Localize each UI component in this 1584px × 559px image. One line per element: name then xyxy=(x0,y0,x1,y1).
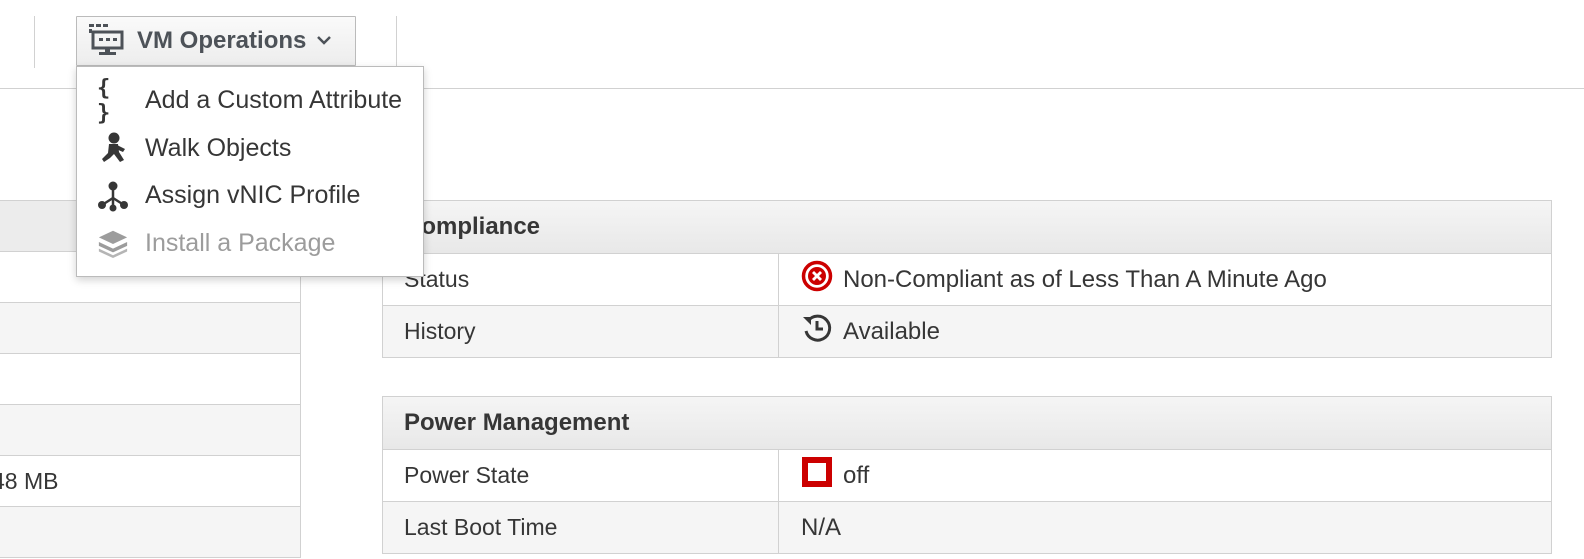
row-value: off xyxy=(843,461,870,489)
power-management-panel: Power Management Power State off Last Bo… xyxy=(382,396,1552,554)
row-value: N/A xyxy=(801,513,842,541)
chevron-down-icon xyxy=(316,33,332,51)
menu-item-install-package: Install a Package xyxy=(77,220,423,268)
menu-item-add-custom-attribute[interactable]: { } Add a Custom Attribute xyxy=(77,75,423,126)
row-label: Power State xyxy=(383,450,779,501)
vm-operations-button[interactable]: VM Operations xyxy=(76,16,356,66)
toolbar-separator xyxy=(396,16,397,68)
menu-item-label: Assign vNIC Profile xyxy=(145,181,361,210)
compliance-panel: Compliance Status Non-Compliant as of Le… xyxy=(382,200,1552,358)
power-off-icon xyxy=(801,456,833,495)
menu-item-label: Add a Custom Attribute xyxy=(145,86,403,115)
toolbar-separator xyxy=(34,16,35,68)
compliance-title: Compliance xyxy=(383,201,1551,254)
history-icon xyxy=(801,312,833,351)
row-label: Status xyxy=(383,254,779,305)
row-value: Available xyxy=(843,317,940,345)
table-row xyxy=(0,405,301,456)
row-value: Non-Compliant as of Less Than A Minute A… xyxy=(843,265,1327,293)
package-layers-icon xyxy=(97,227,129,259)
last-boot-time: N/A xyxy=(779,502,1551,553)
running-person-icon xyxy=(97,132,129,164)
memory-value: 48 MB xyxy=(0,467,59,494)
table-row: Status Non-Compliant as of Less Than A M… xyxy=(383,254,1551,306)
menu-item-assign-vnic-profile[interactable]: Assign vNIC Profile xyxy=(77,172,423,220)
row-label: History xyxy=(383,306,779,357)
vm-monitor-icon xyxy=(87,23,125,60)
table-row: History Available xyxy=(383,306,1551,357)
table-row xyxy=(0,303,301,354)
power-state: off xyxy=(779,450,1551,501)
menu-item-label: Walk Objects xyxy=(145,133,292,162)
table-row xyxy=(0,354,301,405)
error-circle-icon xyxy=(801,260,833,299)
vm-operations-menu: { } Add a Custom Attribute Walk Objects xyxy=(76,66,424,277)
row-label: Last Boot Time xyxy=(383,502,779,553)
power-management-title: Power Management xyxy=(383,397,1551,450)
compliance-history[interactable]: Available xyxy=(779,306,1551,357)
compliance-status[interactable]: Non-Compliant as of Less Than A Minute A… xyxy=(779,254,1551,305)
braces-icon: { } xyxy=(97,75,111,126)
menu-item-label: Install a Package xyxy=(145,228,336,257)
network-nodes-icon xyxy=(97,180,129,212)
table-row xyxy=(0,507,301,558)
menu-item-walk-objects[interactable]: Walk Objects xyxy=(77,125,423,173)
table-row: Last Boot Time N/A xyxy=(383,502,1551,553)
table-row: Power State off xyxy=(383,450,1551,502)
table-row: 48 MB xyxy=(0,456,301,507)
vm-operations-label: VM Operations xyxy=(137,27,307,54)
